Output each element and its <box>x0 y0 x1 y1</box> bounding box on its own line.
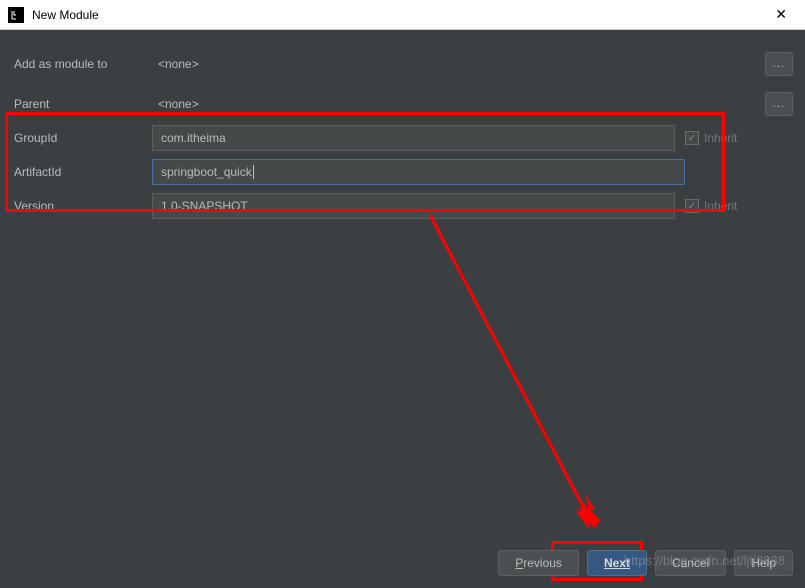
input-groupid-value: com.itheima <box>161 131 226 145</box>
close-button[interactable]: ✕ <box>765 2 797 27</box>
label-artifactid: ArtifactId <box>12 165 152 179</box>
previous-button-label: revious <box>523 556 562 570</box>
label-version: Version <box>12 199 152 213</box>
inherit-groupid[interactable]: Inherit <box>685 131 755 145</box>
input-artifactid-value: springboot_quick <box>161 165 252 179</box>
cancel-button[interactable]: Cancel <box>655 550 726 576</box>
input-version-value: 1.0-SNAPSHOT <box>161 199 248 213</box>
form-content: Add as module to <none> ... Parent <none… <box>0 30 805 236</box>
help-button[interactable]: Help <box>734 550 793 576</box>
cancel-button-label: Cancel <box>672 556 709 570</box>
browse-parent-button[interactable]: ... <box>765 92 793 116</box>
row-artifactid: ArtifactId springboot_quick <box>12 156 793 188</box>
next-button-label: Next <box>604 556 630 570</box>
row-groupid: GroupId com.itheima Inherit <box>12 122 793 154</box>
inherit-version[interactable]: Inherit <box>685 199 755 213</box>
inherit-groupid-label: Inherit <box>704 131 737 145</box>
label-groupid: GroupId <box>12 131 152 145</box>
previous-button[interactable]: Previous <box>498 550 579 576</box>
row-version: Version 1.0-SNAPSHOT Inherit <box>12 190 793 222</box>
value-parent: <none> <box>152 97 199 111</box>
row-add-as-module: Add as module to <none> ... <box>12 48 793 80</box>
label-parent: Parent <box>12 97 152 111</box>
input-version[interactable]: 1.0-SNAPSHOT <box>152 193 675 219</box>
titlebar: New Module ✕ <box>0 0 805 30</box>
next-button[interactable]: Next <box>587 550 647 576</box>
checkbox-version-icon <box>685 199 699 213</box>
button-bar: Previous Next Cancel Help <box>498 550 793 576</box>
browse-module-button[interactable]: ... <box>765 52 793 76</box>
checkbox-groupid-icon <box>685 131 699 145</box>
window-title: New Module <box>32 8 99 22</box>
app-icon <box>8 7 24 23</box>
inherit-version-label: Inherit <box>704 199 737 213</box>
text-cursor <box>253 165 254 179</box>
annotation-arrow <box>420 210 620 550</box>
value-add-as-module: <none> <box>152 57 199 71</box>
input-artifactid[interactable]: springboot_quick <box>152 159 685 185</box>
label-add-as-module: Add as module to <box>12 57 152 71</box>
row-parent: Parent <none> ... <box>12 88 793 120</box>
help-button-label: Help <box>751 556 776 570</box>
input-groupid[interactable]: com.itheima <box>152 125 675 151</box>
